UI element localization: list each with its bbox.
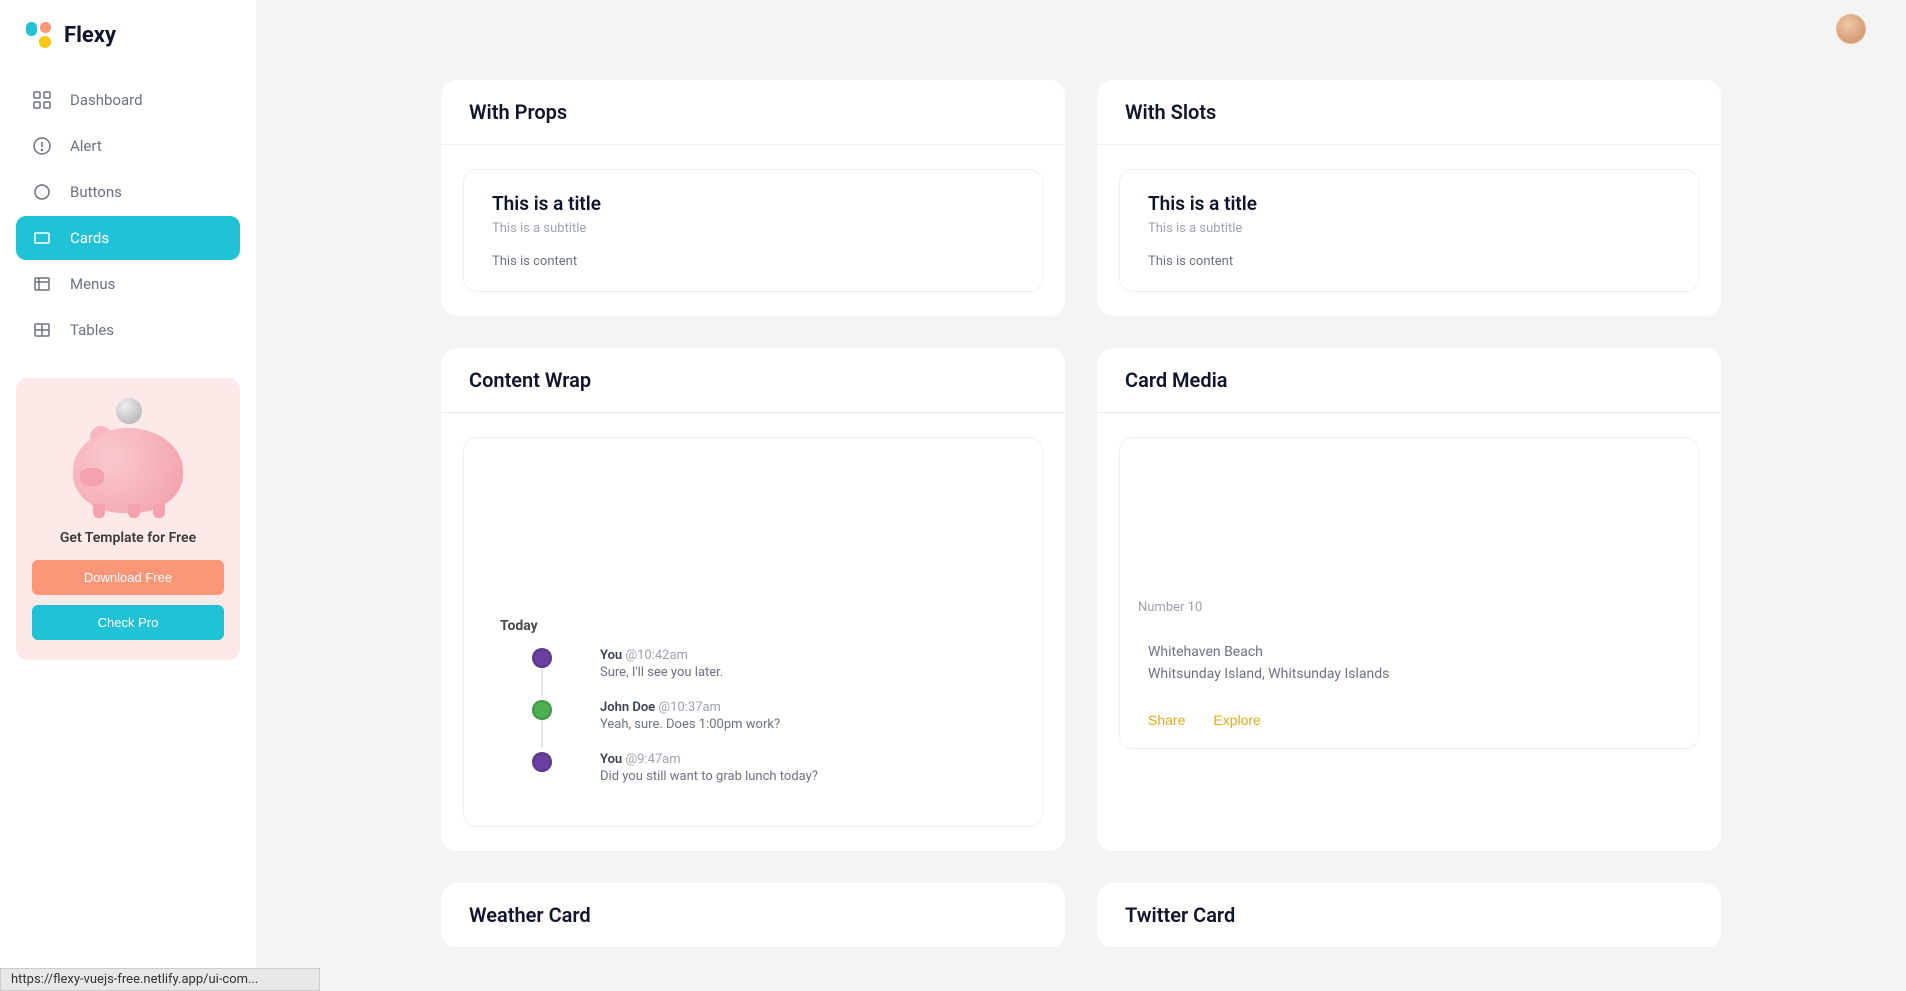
sidebar-item-label: Alert xyxy=(70,137,102,155)
circle-icon xyxy=(32,182,52,202)
media-location-1: Whitehaven Beach xyxy=(1148,641,1670,663)
alert-icon xyxy=(32,136,52,156)
timeline-time: @9:47am xyxy=(625,752,680,767)
explore-button[interactable]: Explore xyxy=(1213,712,1260,728)
timeline-card: Today You @10:42am Sure, I'll see you la… xyxy=(463,437,1043,827)
card-icon xyxy=(32,228,52,248)
panel-header: Card Media xyxy=(1097,348,1721,413)
timeline-name: You xyxy=(600,752,622,767)
panel-header: Content Wrap xyxy=(441,348,1065,413)
menu-icon xyxy=(32,274,52,294)
piggy-bank-icon xyxy=(68,398,188,518)
media-card: Number 10 Whitehaven Beach Whitsunday Is… xyxy=(1119,437,1699,749)
card-content: This is content xyxy=(492,254,1014,269)
share-button[interactable]: Share xyxy=(1148,712,1185,728)
sidebar-item-alert[interactable]: Alert xyxy=(16,124,240,168)
timeline-item: You @10:42am Sure, I'll see you later. xyxy=(532,648,1014,680)
timeline-item: You @9:47am Did you still want to grab l… xyxy=(532,752,1014,784)
sidebar-item-label: Cards xyxy=(70,229,109,247)
demo-card: This is a title This is a subtitle This … xyxy=(1119,169,1699,292)
panel-header: Weather Card xyxy=(441,883,1065,948)
brand-name: Flexy xyxy=(64,23,116,48)
card-title: This is a title xyxy=(1148,192,1670,215)
sidebar-item-menus[interactable]: Menus xyxy=(16,262,240,306)
panel-header: With Props xyxy=(441,80,1065,145)
sidebar-item-buttons[interactable]: Buttons xyxy=(16,170,240,214)
sidebar-item-tables[interactable]: Tables xyxy=(16,308,240,352)
panel-twitter: Twitter Card xyxy=(1097,883,1721,948)
status-bar: https://flexy-vuejs-free.netlify.app/ui-… xyxy=(0,968,320,991)
timeline-dot-icon xyxy=(532,700,552,720)
sidebar-item-cards[interactable]: Cards xyxy=(16,216,240,260)
panel-header: Twitter Card xyxy=(1097,883,1721,948)
timeline-message: Sure, I'll see you later. xyxy=(600,665,723,680)
promo-text: Get Template for Free xyxy=(32,530,224,546)
nav-list: Dashboard Alert Buttons Cards Menus Tabl… xyxy=(0,78,256,354)
timeline-dot-icon xyxy=(532,752,552,772)
timeline-name: John Doe xyxy=(600,700,655,715)
panel-header: With Slots xyxy=(1097,80,1721,145)
table-icon xyxy=(32,320,52,340)
demo-card: This is a title This is a subtitle This … xyxy=(463,169,1043,292)
card-image-placeholder xyxy=(492,460,1014,618)
timeline-message: Yeah, sure. Does 1:00pm work? xyxy=(600,717,780,732)
panel-card-media: Card Media Number 10 Whitehaven Beach Wh… xyxy=(1097,348,1721,851)
logo-icon xyxy=(24,20,54,50)
panel-with-slots: With Slots This is a title This is a sub… xyxy=(1097,80,1721,316)
promo-card: Get Template for Free Download Free Chec… xyxy=(16,378,240,660)
timeline-message: Did you still want to grab lunch today? xyxy=(600,769,818,784)
sidebar-item-label: Tables xyxy=(70,321,114,339)
check-pro-button[interactable]: Check Pro xyxy=(32,605,224,640)
media-number: Number 10 xyxy=(1120,588,1698,633)
main-content: With Props This is a title This is a sub… xyxy=(256,0,1906,991)
grid-icon xyxy=(32,90,52,110)
today-label: Today xyxy=(492,618,1014,634)
timeline-time: @10:37am xyxy=(658,700,721,715)
timeline-name: You xyxy=(600,648,622,663)
card-subtitle: This is a subtitle xyxy=(1148,221,1670,236)
card-title: This is a title xyxy=(492,192,1014,215)
sidebar: Flexy Dashboard Alert Buttons Cards Menu… xyxy=(0,0,256,991)
timeline-time: @10:42am xyxy=(625,648,688,663)
sidebar-item-label: Dashboard xyxy=(70,91,143,109)
download-button[interactable]: Download Free xyxy=(32,560,224,595)
panel-with-props: With Props This is a title This is a sub… xyxy=(441,80,1065,316)
avatar[interactable] xyxy=(1836,14,1866,44)
timeline: You @10:42am Sure, I'll see you later. J… xyxy=(532,648,1014,784)
card-media-image xyxy=(1120,438,1698,588)
timeline-dot-icon xyxy=(532,648,552,668)
card-content: This is content xyxy=(1148,254,1670,269)
media-location-2: Whitsunday Island, Whitsunday Islands xyxy=(1148,663,1670,685)
panel-content-wrap: Content Wrap Today You @10:42am xyxy=(441,348,1065,851)
logo[interactable]: Flexy xyxy=(0,20,256,78)
sidebar-item-label: Buttons xyxy=(70,183,122,201)
sidebar-item-label: Menus xyxy=(70,275,115,293)
card-subtitle: This is a subtitle xyxy=(492,221,1014,236)
panel-weather: Weather Card xyxy=(441,883,1065,948)
timeline-item: John Doe @10:37am Yeah, sure. Does 1:00p… xyxy=(532,700,1014,732)
sidebar-item-dashboard[interactable]: Dashboard xyxy=(16,78,240,122)
